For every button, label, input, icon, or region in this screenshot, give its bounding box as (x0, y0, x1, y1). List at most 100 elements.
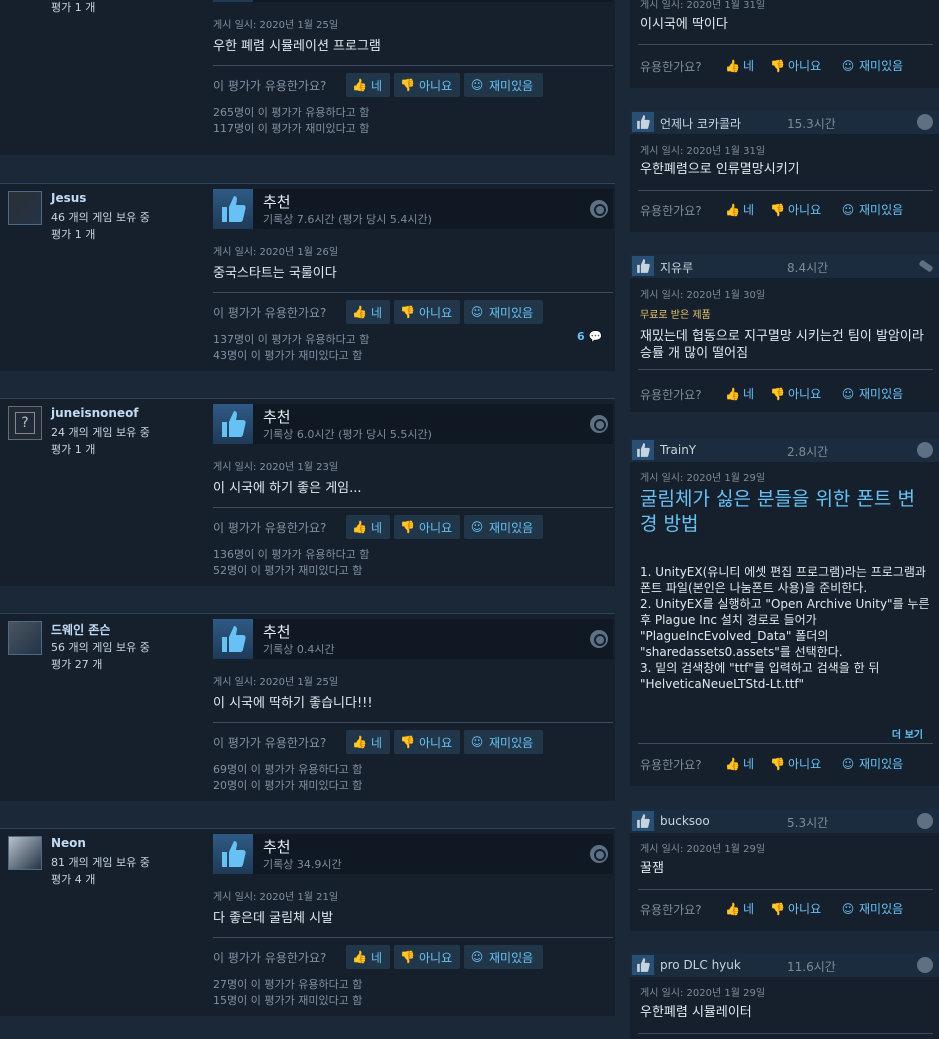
review-header[interactable]: 지유루 8.4시간 (630, 254, 939, 278)
vote-no-button[interactable]: 👎 아니요 (394, 730, 460, 754)
vote-funny-icon: ☺ (470, 305, 484, 319)
vote-yes-icon: 👍 (725, 202, 740, 217)
vote-yes-icon: 👍 (352, 950, 367, 964)
vote-no-button[interactable]: 👎 아니요 (394, 945, 460, 969)
review-author[interactable]: TrainY (660, 443, 696, 457)
games-owned[interactable]: 56 개의 게임 보유 중 (51, 639, 150, 655)
review-count[interactable]: 평가 27 개 (51, 656, 102, 672)
hours-played: 기록상 7.6시간 (평가 당시 5.4시간) (263, 213, 432, 226)
review-text[interactable]: 중국스타트는 국룰이다 (213, 262, 337, 281)
review-author[interactable]: 지유루 (660, 259, 693, 276)
games-owned[interactable]: 24 개의 게임 보유 중 (51, 424, 150, 440)
games-owned[interactable]: 46 개의 게임 보유 중 (51, 209, 150, 225)
text-fade (630, 692, 939, 716)
vote-yes-button[interactable]: 👍 네 (346, 300, 390, 324)
avatar[interactable]: ? (8, 406, 42, 440)
games-owned[interactable]: 81 개의 게임 보유 중 (51, 854, 150, 870)
recommended-label[interactable]: 추천 (263, 621, 291, 642)
steam-icon (590, 845, 608, 863)
posted-date: 게시 일시: 2020년 1월 21일 (213, 892, 339, 903)
vote-no-button[interactable]: 👎 아니요 (394, 73, 460, 97)
vote-header[interactable]: 추천 기록상 34.9시간 (213, 834, 613, 874)
read-more-link[interactable]: 더 보기 (892, 726, 923, 741)
vote-no-button[interactable]: 👎 아니요 (770, 201, 821, 218)
vote-no-button[interactable]: 👎 아니요 (394, 515, 460, 539)
vote-funny-button[interactable]: ☺ 재미있음 (464, 515, 543, 539)
review-author[interactable]: juneisnoneof (51, 406, 139, 420)
vote-funny-button[interactable]: ☺ 재미있음 (464, 730, 543, 754)
divider (638, 369, 933, 370)
vote-funny-button[interactable]: ☺ 재미있음 (841, 900, 903, 917)
avatar[interactable] (8, 836, 42, 870)
vote-label: 아니요 (419, 520, 453, 535)
vote-funny-button[interactable]: ☺ 재미있음 (841, 57, 903, 74)
avatar[interactable] (8, 191, 42, 225)
posted-date: 게시 일시: 2020년 1월 30일 (640, 290, 766, 301)
funny-count: 15명이 이 평가가 재미있다고 함 (213, 994, 363, 1007)
vote-label: 네 (371, 950, 383, 965)
vote-no-button[interactable]: 👎 아니요 (770, 900, 821, 917)
review-author[interactable]: 드웨인 존슨 (51, 621, 110, 638)
vote-funny-button[interactable]: ☺ 재미있음 (464, 300, 543, 324)
avatar[interactable] (8, 621, 42, 655)
vote-header[interactable]: 추천 기록상 7.6시간 (평가 당시 5.4시간) (213, 189, 613, 229)
vote-no-button[interactable]: 👎 아니요 (770, 755, 821, 772)
divider (638, 889, 933, 890)
review-count[interactable]: 평가 4 개 (51, 871, 95, 887)
review-top-border (0, 613, 615, 614)
review-text[interactable]: 다 좋은데 굴림체 시발 (213, 907, 333, 926)
review-count[interactable]: 평가 1 개 (51, 226, 95, 242)
vote-funny-button[interactable]: ☺ 재미있음 (841, 201, 903, 218)
divider (638, 190, 933, 191)
vote-yes-button[interactable]: 👍 네 (725, 755, 754, 772)
vote-header[interactable]: 추천 기록상 6.0시간 (평가 당시 5.5시간) (213, 404, 613, 444)
helpful-count: 265명이 이 평가가 유용하다고 함 (213, 106, 370, 119)
recommended-label[interactable]: 추천 (263, 406, 291, 427)
review-count[interactable]: 평가 1 개 (51, 0, 95, 15)
vote-header[interactable]: 추천기록상 7.4시간 (평가 당시 4.6시간) (213, 0, 613, 2)
review-text[interactable]: 꿀잼 (640, 860, 932, 877)
vote-yes-button[interactable]: 👍 네 (725, 57, 754, 74)
vote-label: 네 (371, 520, 383, 535)
vote-no-button[interactable]: 👎 아니요 (770, 57, 821, 74)
vote-label: 네 (371, 305, 383, 320)
review-title[interactable]: 굴림체가 싫은 분들을 위한 폰트 변경 방법 (640, 487, 932, 537)
review-author[interactable]: bucksoo (660, 814, 710, 828)
review-author[interactable]: Jesus (51, 191, 86, 205)
review-author[interactable]: Neon (51, 836, 86, 850)
helpful-question: 이 평가가 유용한가요? (213, 951, 327, 965)
vote-yes-icon: 👍 (352, 735, 367, 749)
vote-no-button[interactable]: 👎 아니요 (394, 300, 460, 324)
vote-yes-button[interactable]: 👍 네 (346, 730, 390, 754)
vote-yes-button[interactable]: 👍 네 (725, 385, 754, 402)
vote-yes-button[interactable]: 👍 네 (346, 945, 390, 969)
review-header[interactable]: TrainY 2.8시간 (630, 438, 939, 462)
vote-funny-button[interactable]: ☺ 재미있음 (464, 73, 543, 97)
review-text[interactable]: 이 시국에 하기 좋은 게임... (213, 477, 362, 496)
vote-funny-button[interactable]: ☺ 재미있음 (464, 945, 543, 969)
review-count[interactable]: 평가 1 개 (51, 441, 95, 457)
vote-yes-button[interactable]: 👍 네 (725, 201, 754, 218)
recommended-label[interactable]: 추천 (263, 836, 291, 857)
vote-no-button[interactable]: 👎 아니요 (770, 385, 821, 402)
review-author[interactable]: pro DLC hyuk (660, 958, 741, 972)
review-header[interactable]: 언제나 코카콜라 15.3시간 (630, 110, 939, 134)
review-text[interactable]: 우한폐렴 시뮬레이터 (640, 1004, 932, 1021)
review-header[interactable]: pro DLC hyuk 11.6시간 (630, 953, 939, 977)
review-text[interactable]: 재밌는데 협동으로 지구멸망 시키는건 팀이 발암이라 승률 개 많이 떨어짐 (640, 328, 932, 362)
comment-count[interactable]: 6 💬 (577, 330, 602, 343)
vote-yes-button[interactable]: 👍 네 (725, 900, 754, 917)
review-header[interactable]: bucksoo 5.3시간 (630, 809, 939, 833)
review-text[interactable]: 이 시국에 딱하기 좋습니다!!! (213, 692, 373, 711)
review-author[interactable]: 언제나 코카콜라 (660, 115, 741, 132)
vote-yes-button[interactable]: 👍 네 (346, 515, 390, 539)
review-text[interactable]: 우한폐렴으로 인류멸망시키기 (640, 161, 932, 178)
review-text[interactable]: 이시국에 딱이다 (640, 16, 932, 33)
vote-funny-button[interactable]: ☺ 재미있음 (841, 385, 903, 402)
vote-yes-button[interactable]: 👍 네 (346, 73, 390, 97)
review-text[interactable]: 우한 폐렴 시뮬레이션 프로그램 (213, 35, 381, 54)
vote-label: 아니요 (788, 203, 822, 217)
recommended-label[interactable]: 추천 (263, 191, 291, 212)
vote-funny-button[interactable]: ☺ 재미있음 (841, 755, 903, 772)
vote-header[interactable]: 추천 기록상 0.4시간 (213, 619, 613, 659)
